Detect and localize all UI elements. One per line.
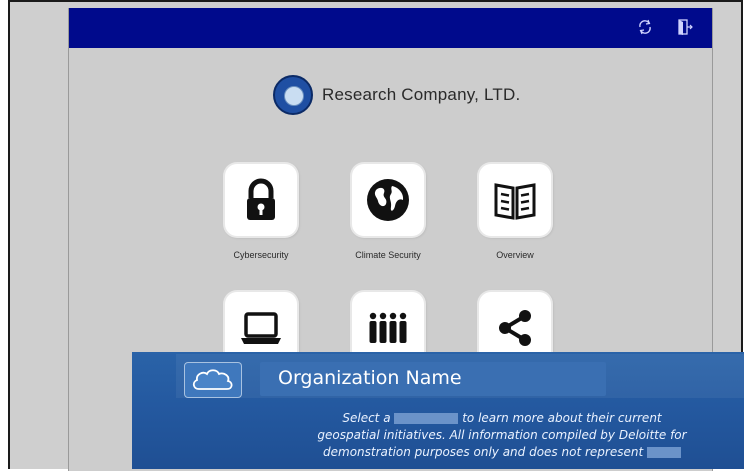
redacted-block — [394, 413, 459, 424]
people-group-icon — [369, 312, 407, 343]
exit-door-icon[interactable] — [675, 18, 695, 38]
description-line-1: Select a to learn more about their curre… — [342, 411, 662, 425]
share-icon — [499, 310, 531, 346]
open-book-icon — [494, 183, 536, 220]
cloud-icon — [192, 369, 233, 390]
cloud-logo-box — [184, 362, 242, 398]
tile-climate-security[interactable] — [352, 164, 424, 236]
redacted-block — [646, 447, 681, 458]
tile-overview[interactable] — [479, 164, 551, 236]
lock-icon — [247, 178, 275, 220]
tile-cybersecurity[interactable] — [225, 164, 297, 236]
company-name: Research Company, LTD. — [322, 85, 521, 104]
tile-label-cybersecurity: Cybersecurity — [233, 250, 289, 260]
globe-icon — [367, 179, 409, 221]
organization-name: Organization Name — [278, 367, 462, 389]
laptop-icon — [241, 312, 281, 344]
tile-label-climate-security: Climate Security — [355, 250, 421, 260]
organization-name-box: Organization Name — [260, 362, 606, 396]
organization-info-panel: Organization Name Select a to learn more… — [132, 352, 744, 469]
tile-label-overview: Overview — [496, 250, 534, 260]
lightbulb-logo-icon — [273, 75, 313, 115]
brand-header: Research Company, LTD. — [273, 75, 520, 115]
description-line-2: geospatial initiatives. All information … — [317, 428, 687, 442]
top-bar — [69, 8, 712, 48]
refresh-icon[interactable] — [635, 18, 655, 38]
panel-description: Select a to learn more about their curre… — [292, 410, 712, 461]
description-line-3: demonstration purposes only and does not… — [292, 444, 712, 461]
